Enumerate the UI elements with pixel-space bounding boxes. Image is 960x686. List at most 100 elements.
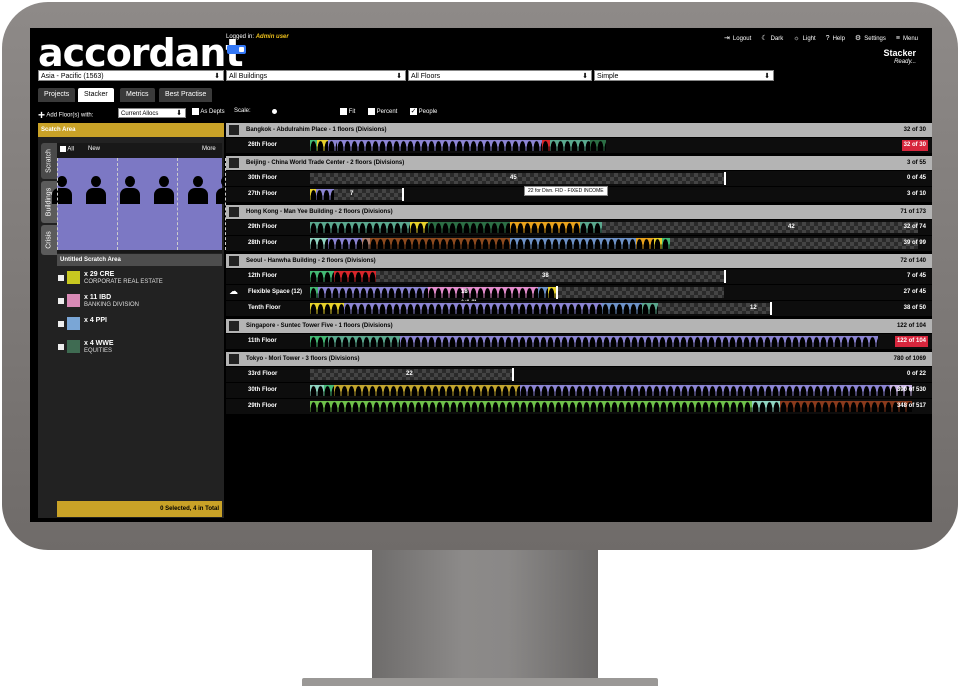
- allocation-segment[interactable]: [317, 140, 328, 151]
- vtab-crisis[interactable]: Crisis: [41, 225, 57, 255]
- dark-button[interactable]: ☾ Dark: [761, 34, 783, 42]
- percent-checkbox[interactable]: Percent: [368, 108, 397, 115]
- allocation-segment[interactable]: [510, 222, 580, 233]
- allocation-segment[interactable]: [520, 385, 890, 396]
- allocation-segment[interactable]: [310, 303, 344, 314]
- help-button[interactable]: ? Help: [826, 35, 845, 42]
- allocation-segment[interactable]: [310, 336, 328, 347]
- scratch-item[interactable]: x 11 IBD BANKING DIVISION: [57, 294, 217, 314]
- people-checkbox[interactable]: ✓ People: [410, 108, 437, 115]
- allocation-segment[interactable]: [542, 140, 550, 151]
- allocation-segment[interactable]: [310, 238, 328, 249]
- allocation-segment[interactable]: [654, 238, 662, 249]
- allocation-segment[interactable]: [362, 238, 370, 249]
- logout-button[interactable]: ⇥ Logout: [724, 34, 751, 42]
- mode-toggle[interactable]: [227, 45, 246, 54]
- allocation-segment[interactable]: [558, 287, 724, 298]
- allocation-segment[interactable]: [337, 140, 542, 151]
- mode-select[interactable]: Simple ⬇: [594, 70, 774, 81]
- allocation-segment[interactable]: [428, 222, 510, 233]
- allocation-segment[interactable]: [310, 222, 410, 233]
- user-name[interactable]: Admin user: [256, 34, 289, 40]
- fit-checkbox[interactable]: Fit: [340, 108, 355, 115]
- allocation-segment[interactable]: [670, 238, 918, 249]
- allocation-segment[interactable]: [328, 238, 362, 249]
- checkbox-icon[interactable]: [58, 321, 64, 327]
- allocation-segment[interactable]: [580, 222, 602, 233]
- scale-slider-handle[interactable]: [272, 109, 277, 114]
- allocation-segment[interactable]: [310, 385, 324, 396]
- allocation-segment[interactable]: [310, 271, 334, 282]
- building-header[interactable]: Hong Kong - Man Yee Building - 2 floors …: [226, 205, 932, 219]
- floor-row[interactable]: 33rd Floor 22 0 of 22: [226, 367, 932, 382]
- checkbox-icon[interactable]: [58, 275, 64, 281]
- allocation-segment[interactable]: [370, 238, 510, 249]
- menu-button[interactable]: ≡ Menu: [896, 35, 918, 42]
- allocation-segment[interactable]: [310, 140, 317, 151]
- allocation-segment[interactable]: [310, 287, 318, 298]
- building-header[interactable]: Beijing - China World Trade Center - 2 f…: [226, 156, 932, 170]
- scratch-item[interactable]: x 4 WWE EQUITIES: [57, 340, 217, 360]
- allocation-segment[interactable]: [636, 238, 654, 249]
- allocation-segment[interactable]: [376, 271, 724, 282]
- allocation-segment[interactable]: [590, 140, 606, 151]
- allocation-segment[interactable]: [324, 385, 334, 396]
- allocation-segment[interactable]: [310, 401, 752, 412]
- floor-row[interactable]: 28th Floor 39 of 99: [226, 236, 932, 251]
- allocs-select[interactable]: Current Allocs ⬇: [118, 108, 186, 118]
- floor-row[interactable]: 12th Floor 38 7 of 45: [226, 269, 932, 284]
- tab-metrics[interactable]: Metrics: [120, 88, 155, 102]
- tab-best-practise[interactable]: Best Practise: [159, 88, 213, 102]
- light-button[interactable]: ☼ Light: [793, 35, 815, 42]
- allocation-segment[interactable]: [662, 238, 670, 249]
- allocation-segment[interactable]: [428, 287, 538, 298]
- checkbox-icon[interactable]: [58, 298, 64, 304]
- more-button[interactable]: More: [202, 146, 216, 152]
- new-button[interactable]: New: [88, 146, 100, 152]
- allocation-segment[interactable]: [316, 189, 334, 200]
- scratch-people-bar[interactable]: [52, 158, 236, 250]
- allocation-segment[interactable]: [780, 401, 912, 412]
- floor-row[interactable]: Tenth Floor 12 38 of 50: [226, 301, 932, 316]
- floor-row[interactable]: 30th Floor 390 of 530: [226, 383, 932, 398]
- allocation-segment[interactable]: [328, 336, 400, 347]
- scratch-item[interactable]: x 29 CRE CORPORATE REAL ESTATE: [57, 271, 217, 291]
- building-header[interactable]: Singapore - Suntec Tower Five - 1 floors…: [226, 319, 932, 333]
- floor-row[interactable]: 26th Floor 32 of 30: [226, 138, 932, 153]
- region-select[interactable]: Asia - Pacific (1563) ⬇: [38, 70, 224, 81]
- allocation-segment[interactable]: [344, 303, 602, 314]
- tab-stacker[interactable]: Stacker: [78, 88, 114, 102]
- floors-select[interactable]: All Floors ⬇: [408, 70, 592, 81]
- allocation-segment[interactable]: [410, 222, 428, 233]
- scratch-item[interactable]: x 4 PPI: [57, 317, 217, 337]
- allocation-segment[interactable]: [400, 336, 878, 347]
- allocation-segment[interactable]: [642, 303, 658, 314]
- scratch-area-name[interactable]: Untitled Scratch Area: [57, 254, 222, 266]
- allocation-segment[interactable]: [328, 140, 337, 151]
- building-header[interactable]: Bangkok - Abdulrahim Place - 1 floors (D…: [226, 123, 932, 137]
- floor-row[interactable]: ☁Flexible Space (12)18 (x1.2)27 of 45: [226, 285, 932, 306]
- allocation-segment[interactable]: [538, 287, 548, 298]
- building-header[interactable]: Tokyo - Mori Tower - 3 floors (Divisions…: [226, 352, 932, 366]
- allocation-segment[interactable]: [334, 189, 402, 200]
- allocation-segment[interactable]: [334, 385, 520, 396]
- tab-projects[interactable]: Projects: [38, 88, 76, 102]
- add-floor-control[interactable]: + Add Floor(s) with:: [38, 108, 93, 122]
- floor-row[interactable]: 29th Floor 42 32 of 74: [226, 220, 932, 235]
- floor-row[interactable]: 30th Floor 45 0 of 45: [226, 171, 932, 186]
- allocation-segment[interactable]: [752, 401, 780, 412]
- allocation-segment[interactable]: [602, 222, 918, 233]
- floor-row[interactable]: 29th Floor 348 of 517: [226, 399, 932, 414]
- allocation-segment[interactable]: [550, 140, 590, 151]
- checkbox-icon[interactable]: [58, 344, 64, 350]
- allocation-segment[interactable]: [602, 303, 642, 314]
- floor-row[interactable]: 11th Floor 122 of 104: [226, 334, 932, 349]
- allocation-segment[interactable]: [334, 271, 376, 282]
- building-header[interactable]: Seoul - Hanwha Building - 2 floors (Divi…: [226, 254, 932, 268]
- settings-button[interactable]: ⚙ Settings: [855, 34, 886, 42]
- as-depts-checkbox[interactable]: As Depts: [192, 108, 225, 115]
- allocation-segment[interactable]: [318, 287, 428, 298]
- buildings-select[interactable]: All Buildings ⬇: [226, 70, 406, 81]
- select-all-checkbox[interactable]: All: [60, 146, 74, 153]
- allocation-segment[interactable]: [510, 238, 636, 249]
